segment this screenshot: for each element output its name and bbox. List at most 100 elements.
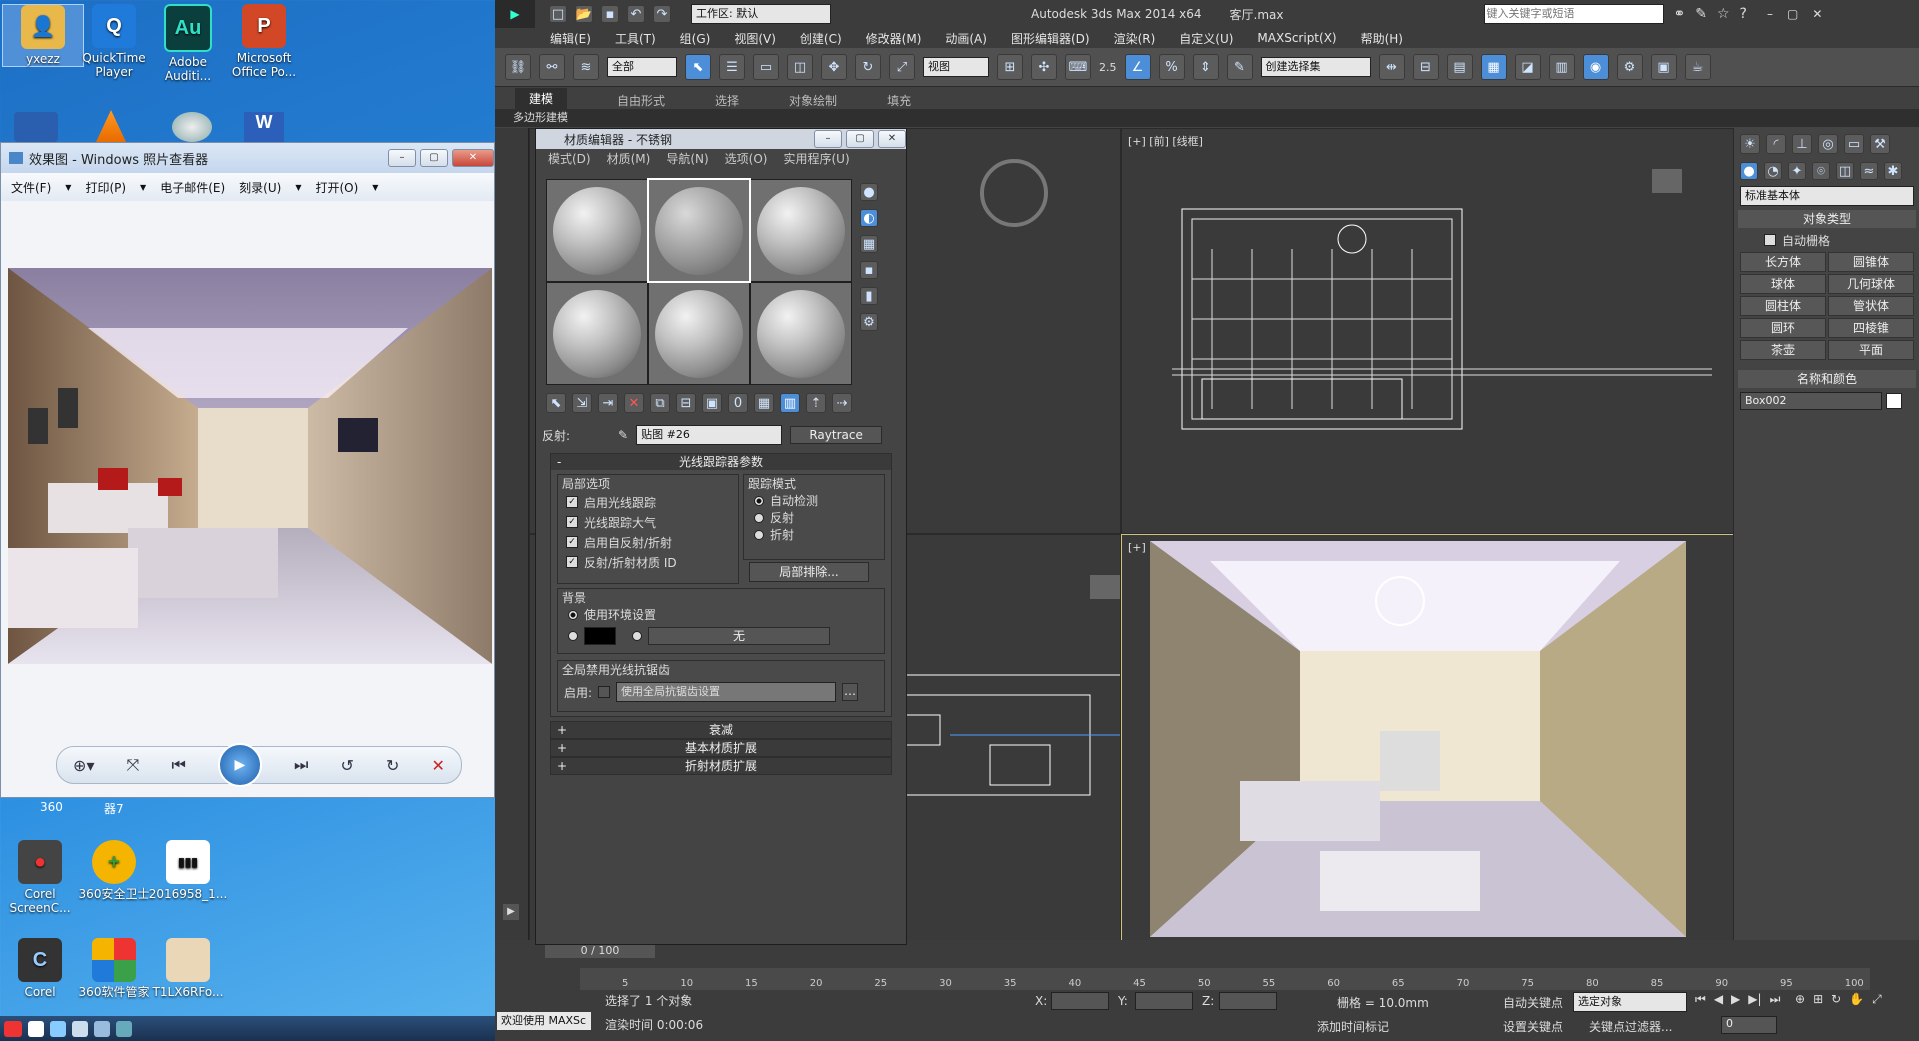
bind-space-warp-icon[interactable]: ≋ <box>573 54 599 80</box>
tube-button[interactable]: 管状体 <box>1828 296 1914 316</box>
z-coord-field[interactable] <box>1219 992 1277 1010</box>
color-radio[interactable] <box>568 631 578 641</box>
manipulate-icon[interactable]: ✣ <box>1031 54 1057 80</box>
geometry-type-dropdown[interactable]: 标准基本体 <box>1740 186 1914 206</box>
workspace-dropdown[interactable]: 工作区: 默认 <box>691 4 831 24</box>
eyedropper-icon[interactable]: ✎ <box>618 428 628 442</box>
selection-filter-dropdown[interactable]: 全部 <box>607 57 677 77</box>
desktop-icon-image[interactable]: T1LX6RFo... <box>148 938 228 999</box>
auto-detect-radio[interactable]: 自动检测 <box>754 492 884 509</box>
fit-window-icon[interactable]: ⤧ <box>127 755 140 775</box>
close-button[interactable]: ✕ <box>452 149 494 167</box>
box-button[interactable]: 长方体 <box>1740 252 1826 272</box>
map-radio[interactable] <box>632 631 642 641</box>
cone-button[interactable]: 圆锥体 <box>1828 252 1914 272</box>
make-unique-icon[interactable]: ⊟ <box>676 393 696 413</box>
tab-populate[interactable]: 填充 <box>887 92 911 109</box>
modify-tab-icon[interactable]: ◜ <box>1766 134 1786 154</box>
close-icon[interactable]: ✕ <box>1812 7 1822 21</box>
named-selection-dropdown[interactable]: 创建选择集 <box>1260 57 1371 77</box>
name-color-header[interactable]: 名称和颜色 <box>1738 370 1916 388</box>
next-frame-icon[interactable]: ▶| <box>1748 992 1761 1007</box>
zoom-icon[interactable]: ⊕▾ <box>73 756 94 775</box>
maxscript-listener[interactable]: 欢迎使用 MAXSc <box>497 1012 591 1030</box>
help-icon[interactable]: ? <box>1740 6 1747 22</box>
time-slider[interactable]: 0 / 100 <box>545 944 655 958</box>
expand-arrow-icon[interactable]: ▶ <box>503 904 519 920</box>
get-material-icon[interactable]: ⬉ <box>546 393 566 413</box>
minimize-icon[interactable]: – <box>1767 7 1773 21</box>
desktop-icon-quicktime[interactable]: Q QuickTime Player <box>74 4 154 79</box>
undo-icon[interactable]: ↶ <box>627 5 645 23</box>
material-slot[interactable] <box>647 178 751 283</box>
menu-edit[interactable]: 编辑(E) <box>550 30 591 47</box>
display-tab-icon[interactable]: ▭ <box>1844 134 1864 154</box>
menu-graph-editors[interactable]: 图形编辑器(D) <box>1011 30 1090 47</box>
aa-dropdown[interactable]: 使用全局抗锯齿设置 <box>616 682 837 702</box>
select-object-icon[interactable]: ⬉ <box>685 54 711 80</box>
sogou-icon[interactable] <box>4 1020 22 1037</box>
render-icon[interactable]: ☕ <box>1684 54 1711 80</box>
select-by-name-icon[interactable]: ☰ <box>719 54 745 80</box>
disc-icon[interactable] <box>172 112 212 142</box>
plane-button[interactable]: 平面 <box>1828 340 1914 360</box>
unlink-icon[interactable]: ⚯ <box>539 54 565 80</box>
menu-animation[interactable]: 动画(A) <box>945 30 987 47</box>
angle-snap-icon[interactable]: ∠ <box>1124 54 1151 80</box>
binoculars-icon[interactable]: ⚭ <box>1674 6 1686 22</box>
ribbon-subpanel[interactable]: 多边形建模 <box>495 109 1919 127</box>
make-copy-icon[interactable]: ⧉ <box>650 393 670 413</box>
save-icon[interactable]: ▪ <box>601 5 619 23</box>
autogrid-checkbox[interactable]: 自动栅格 <box>1764 230 1919 250</box>
menu-maxscript[interactable]: MAXScript(X) <box>1257 31 1336 45</box>
map-name-field[interactable]: 贴图 #26 <box>636 425 783 445</box>
link-icon[interactable]: ⛓ <box>505 54 531 80</box>
redo-icon[interactable]: ↷ <box>653 5 671 23</box>
desktop-icon-360manager[interactable]: 360软件管家 <box>74 938 154 999</box>
y-coord-field[interactable] <box>1135 992 1193 1010</box>
word-icon[interactable]: W <box>244 112 284 142</box>
preview-icon[interactable]: ⚙ <box>860 313 878 331</box>
geometry-icon[interactable]: ● <box>1740 162 1758 180</box>
maximize-button[interactable]: ▢ <box>846 130 874 148</box>
snap-value[interactable]: 2.5 <box>1099 61 1117 74</box>
menu-print[interactable]: 打印(P) <box>85 179 126 196</box>
enable-raytrace-checkbox[interactable]: ✓ 启用光线跟踪 <box>566 492 738 512</box>
raytracer-params-header[interactable]: - 光线跟踪器参数 <box>551 454 891 470</box>
spinner-snap-icon[interactable]: ⇕ <box>1192 54 1219 80</box>
tray-icon[interactable] <box>94 1020 110 1037</box>
menu-burn[interactable]: 刻录(U) <box>239 179 281 196</box>
auto-key-label[interactable]: 自动关键点 <box>1503 994 1563 1011</box>
desktop-icon-corel-capture[interactable]: ● Corel ScreenC... <box>0 840 80 915</box>
cylinder-button[interactable]: 圆柱体 <box>1740 296 1826 316</box>
keyboard-shortcut-icon[interactable]: ⌨ <box>1065 54 1091 80</box>
helpers-icon[interactable]: ◫ <box>1836 162 1854 180</box>
background-map-button[interactable]: 无 <box>648 627 830 645</box>
partial-icon-computer[interactable] <box>14 112 58 142</box>
search-input[interactable] <box>1483 4 1664 24</box>
menu-group[interactable]: 组(G) <box>680 30 711 47</box>
material-slot[interactable] <box>751 180 851 281</box>
map-type-button[interactable]: Raytrace <box>790 426 883 444</box>
torus-button[interactable]: 圆环 <box>1740 318 1826 338</box>
previous-icon[interactable]: ⏮ <box>171 755 185 775</box>
reference-coord-dropdown[interactable]: 视图 <box>923 57 989 77</box>
self-reflect-checkbox[interactable]: ✓ 启用自反射/折射 <box>566 532 738 552</box>
material-slot[interactable] <box>751 283 851 384</box>
systems-icon[interactable]: ✱ <box>1884 162 1902 180</box>
slideshow-button[interactable]: ▶ <box>217 743 262 787</box>
cameras-icon[interactable]: ⌾ <box>1812 162 1830 180</box>
close-button[interactable]: ✕ <box>878 130 906 148</box>
pivot-icon[interactable]: ⊞ <box>997 54 1023 80</box>
move-icon[interactable]: ✥ <box>821 54 847 80</box>
menu-open[interactable]: 打开(O) <box>315 179 358 196</box>
prev-frame-icon[interactable]: ◀ <box>1714 992 1723 1007</box>
material-id-icon[interactable]: 0 <box>728 393 748 413</box>
tray-icon[interactable] <box>116 1020 132 1037</box>
material-id-checkbox[interactable]: ✓ 反射/折射材质 ID <box>566 552 738 572</box>
next-icon[interactable]: ⏭ <box>294 755 308 775</box>
key-filters-button[interactable]: 关键点过滤器... <box>1589 1018 1672 1035</box>
menu-navigation[interactable]: 导航(N) <box>666 150 708 167</box>
utilities-tab-icon[interactable]: ⚒ <box>1870 134 1890 154</box>
minimize-button[interactable]: – <box>388 149 416 167</box>
